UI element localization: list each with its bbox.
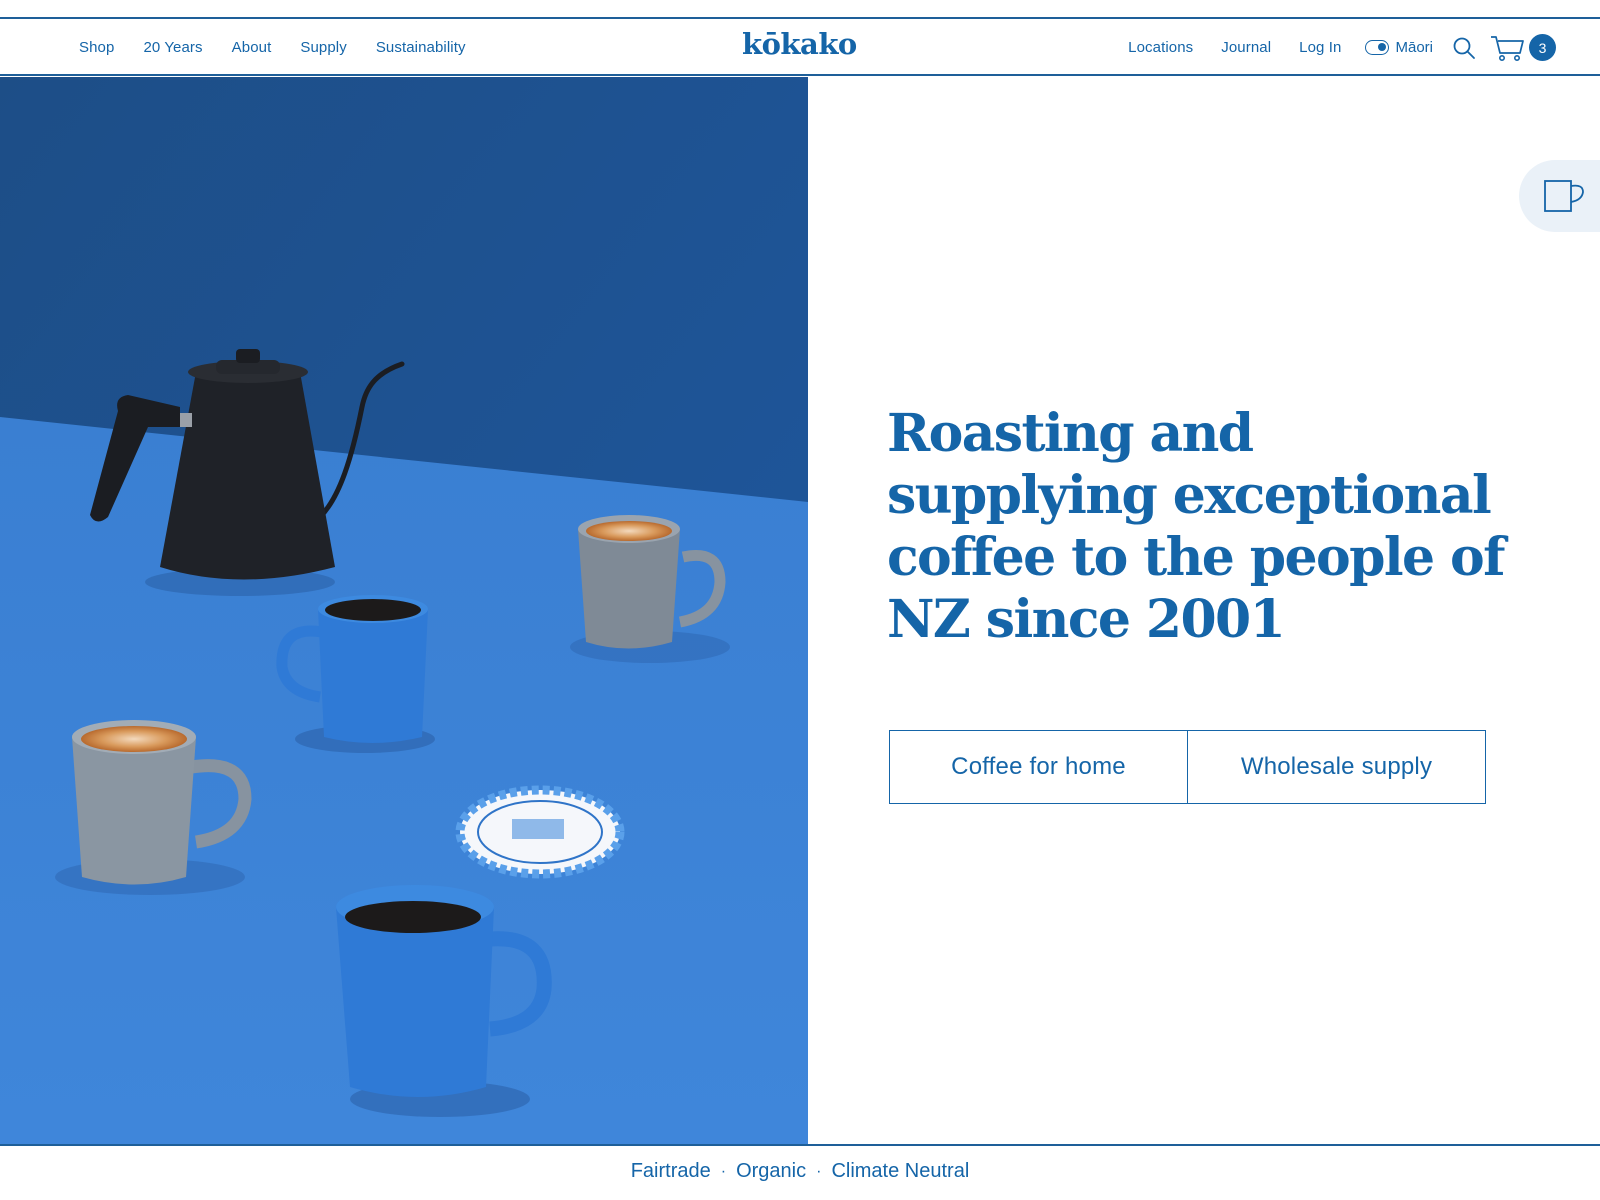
separator: ·: [720, 1162, 727, 1180]
coaster: [455, 785, 625, 879]
cert-organic: Organic: [736, 1160, 807, 1182]
nav-20-years[interactable]: 20 Years: [143, 39, 202, 56]
separator: ·: [816, 1162, 822, 1180]
wholesale-supply-button[interactable]: Wholesale supply: [1187, 731, 1485, 803]
cert-climate-neutral: Climate Neutral: [831, 1160, 970, 1182]
hero-photo: [0, 77, 808, 1144]
secondary-nav: Locations Journal Log In Māori 3: [1128, 19, 1600, 76]
nav-supply[interactable]: Supply: [300, 39, 346, 56]
nav-locations[interactable]: Locations: [1128, 39, 1193, 56]
search-button[interactable]: [1451, 35, 1477, 61]
coffee-cup-icon: [1544, 180, 1584, 212]
site-logo[interactable]: kōkako: [742, 27, 857, 61]
language-toggle[interactable]: Māori: [1365, 39, 1433, 56]
cart-count-badge: 3: [1529, 34, 1556, 61]
toggle-switch-icon: [1365, 40, 1390, 55]
cart-button[interactable]: [1489, 33, 1525, 63]
language-label: Māori: [1395, 39, 1433, 56]
coffee-for-home-button[interactable]: Coffee for home: [890, 731, 1187, 803]
nav-journal[interactable]: Journal: [1221, 39, 1271, 56]
certifications-strip: Fairtrade · Organic · Climate Neutral: [0, 1160, 1600, 1183]
cta-group: Coffee for home Wholesale supply: [889, 730, 1486, 804]
side-drawer-tab[interactable]: [1519, 160, 1600, 232]
cart-icon: [1491, 35, 1524, 61]
nav-shop[interactable]: Shop: [79, 39, 114, 56]
nav-about[interactable]: About: [232, 39, 272, 56]
hero-headline: Roasting and supplying exceptional coffe…: [887, 403, 1505, 650]
nav-sustainability[interactable]: Sustainability: [376, 39, 466, 56]
primary-nav: Shop 20 Years About Supply Sustainabilit…: [79, 19, 466, 76]
search-icon: [1453, 37, 1475, 59]
site-header: Shop 20 Years About Supply Sustainabilit…: [0, 19, 1600, 76]
bottom-border: [0, 1144, 1600, 1146]
cert-fairtrade: Fairtrade: [630, 1160, 711, 1182]
nav-log-in[interactable]: Log In: [1299, 39, 1341, 56]
